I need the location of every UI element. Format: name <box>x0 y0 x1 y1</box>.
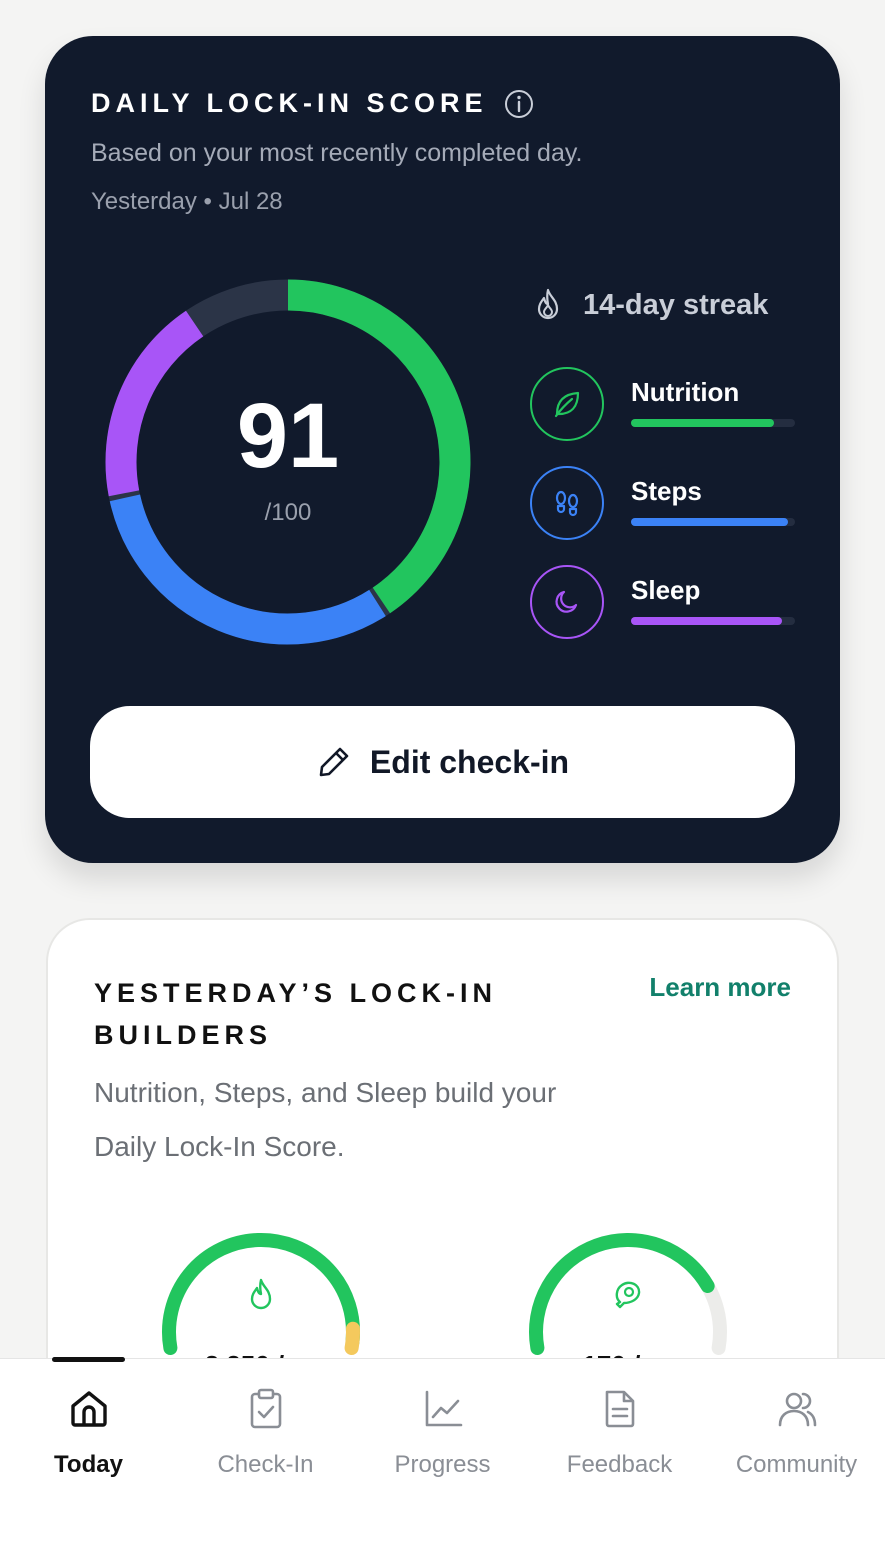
tab-label: Check-In <box>217 1451 314 1478</box>
score-max: /100 <box>264 499 312 526</box>
metric-steps: Steps <box>530 466 795 540</box>
calories-gauge[interactable]: 2,250 / … <box>151 1220 371 1380</box>
streak-indicator: 14-day streak <box>533 288 768 322</box>
flame-icon <box>250 1278 272 1310</box>
document-icon <box>605 1390 634 1428</box>
metric-label: Sleep <box>631 575 701 605</box>
metric-label: Steps <box>631 476 702 506</box>
footprints-icon <box>555 490 579 517</box>
tab-label: Today <box>54 1451 123 1478</box>
flame-icon <box>537 288 559 320</box>
info-icon[interactable] <box>504 89 534 119</box>
metric-progress-track <box>631 518 795 526</box>
edit-check-in-label: Edit check-in <box>369 743 570 780</box>
metric-progress-track <box>631 617 795 625</box>
line-chart-icon <box>425 1390 462 1427</box>
active-tab-indicator <box>52 1357 125 1362</box>
metric-progress-track <box>631 419 795 427</box>
score-card-title: DAILY LOCK-IN SCORE <box>91 88 534 119</box>
streak-label: 14-day streak <box>583 288 769 321</box>
tab-community[interactable]: Community <box>708 1383 885 1483</box>
leaf-icon <box>554 391 580 418</box>
clipboard-check-icon <box>250 1388 281 1429</box>
metric-icon-circle <box>530 367 604 441</box>
score-card-subtitle: Based on your most recently completed da… <box>91 139 583 167</box>
metric-sleep: Sleep <box>530 565 795 639</box>
metric-nutrition: Nutrition <box>530 367 795 441</box>
users-icon <box>778 1392 816 1427</box>
metric-progress-fill <box>631 518 789 526</box>
daily-score-card: DAILY LOCK-IN SCORE Based on your most r… <box>45 36 840 863</box>
metric-progress-fill <box>631 617 782 625</box>
pencil-icon <box>319 747 349 777</box>
tab-label: Feedback <box>566 1451 673 1478</box>
tab-label: Progress <box>394 1451 491 1478</box>
tab-progress[interactable]: Progress <box>354 1383 531 1483</box>
protein-gauge[interactable]: 170 / … <box>518 1220 738 1380</box>
metric-icon-circle <box>530 565 604 639</box>
moon-icon <box>555 590 578 613</box>
score-card-date: Yesterday • Jul 28 <box>91 188 283 215</box>
meat-icon <box>615 1281 641 1309</box>
learn-more-link[interactable]: Learn more <box>649 972 791 1003</box>
gauge-accent <box>344 1321 360 1355</box>
tab-label: Community <box>735 1451 858 1478</box>
metric-label: Nutrition <box>631 377 740 407</box>
home-icon <box>70 1391 107 1427</box>
score-card-title-text: DAILY LOCK-IN SCORE <box>91 88 488 118</box>
metric-progress-fill <box>631 419 774 427</box>
score-value: 91 <box>236 385 340 487</box>
tab-today[interactable]: Today <box>0 1383 177 1483</box>
builders-description: Nutrition, Steps, and Sleep build your D… <box>94 1077 557 1162</box>
edit-check-in-button[interactable]: Edit check-in <box>90 706 795 818</box>
tab-feedback[interactable]: Feedback <box>531 1383 708 1483</box>
bottom-tab-bar: Today Check-In Progress Feedback Communi… <box>0 1357 885 1545</box>
tab-check-in[interactable]: Check-In <box>177 1383 354 1483</box>
metric-icon-circle <box>530 466 604 540</box>
builders-title: YESTERDAY’S LOCK-IN BUILDERS <box>94 978 498 1050</box>
